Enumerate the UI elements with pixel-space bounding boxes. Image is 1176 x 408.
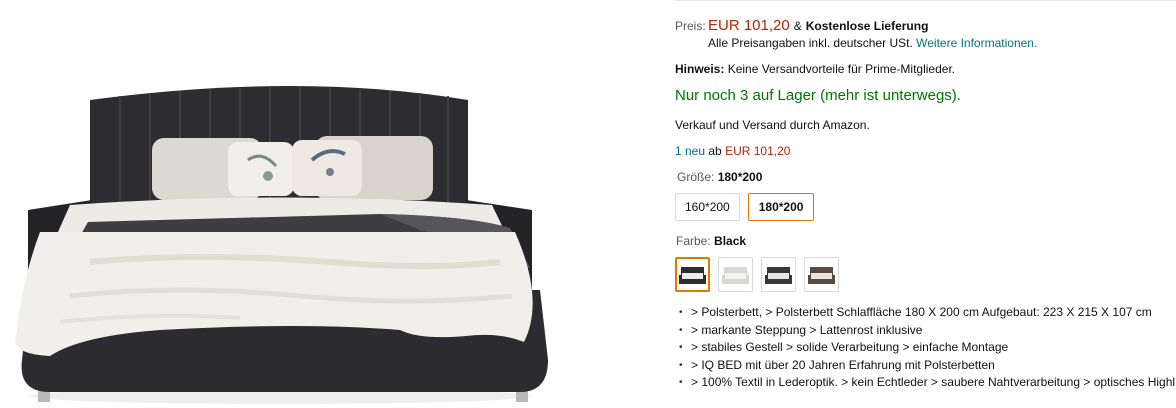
size-label: Größe: <box>677 170 715 184</box>
more-info-link[interactable]: Weitere Informationen. <box>916 36 1037 50</box>
bed-white-thumbnail-icon <box>722 266 749 284</box>
price-value: EUR 101,20 <box>708 17 790 34</box>
feature-bullet: > IQ BED mit über 20 Jahren Erfahrung mi… <box>675 357 1176 375</box>
feature-bullet: > markante Steppung > Lattenrost inklusi… <box>675 322 1176 340</box>
size-option-160x200[interactable]: 160*200 <box>675 193 740 221</box>
product-details: Preis: EUR 101,20 & Kostenlose Lieferung… <box>675 0 1176 408</box>
size-selected-value: 180*200 <box>717 170 763 184</box>
color-swatch-white[interactable] <box>718 257 753 292</box>
size-option-180x200[interactable]: 180*200 <box>747 193 815 221</box>
bed-black-thumbnail-icon <box>679 266 706 284</box>
color-swatch-dark[interactable] <box>761 257 796 292</box>
feature-bullet: > stabiles Gestell > solide Verarbeitung… <box>675 339 1176 357</box>
vat-note-text: Alle Preisangaben inkl. deutscher USt. <box>708 36 913 50</box>
feature-bullet: > Polsterbett, > Polsterbett Schlaffläch… <box>675 304 1176 322</box>
bed-dark-thumbnail-icon <box>765 266 792 284</box>
price-label: Preis: <box>675 19 706 33</box>
hint-text: Keine Versandvorteile für Prime-Mitglied… <box>727 62 956 76</box>
size-label-row: Größe: 180*200 <box>677 170 762 184</box>
size-options: 160*200 180*200 <box>675 193 815 221</box>
offers-from: ab <box>708 144 722 158</box>
price-row: Preis: EUR 101,20 & Kostenlose Lieferung <box>675 17 928 34</box>
product-image[interactable] <box>0 0 560 408</box>
bed-brown-thumbnail-icon <box>808 266 835 284</box>
feature-bullets: > Polsterbett, > Polsterbett Schlaffläch… <box>675 304 1176 392</box>
color-selected-value: Black <box>714 234 747 248</box>
color-swatch-black[interactable] <box>675 257 710 292</box>
free-shipping-text: Kostenlose Lieferung <box>805 19 929 33</box>
stock-status: Nur noch 3 auf Lager (mehr ist unterwegs… <box>675 87 961 104</box>
new-offers-link[interactable]: 1 neu <box>675 144 705 158</box>
hint-row: Hinweis: Keine Versandvorteile für Prime… <box>675 62 955 76</box>
vat-note: Alle Preisangaben inkl. deutscher USt. W… <box>708 36 1037 50</box>
offers-row: 1 neu ab EUR 101,20 <box>675 144 790 158</box>
bed-illustration <box>15 86 549 404</box>
hint-label: Hinweis: <box>675 62 725 76</box>
feature-bullet: > 100% Textil in Lederoptik. > kein Echt… <box>675 374 1176 392</box>
color-swatch-brown[interactable] <box>804 257 839 292</box>
price-separator: & <box>793 19 802 33</box>
color-swatches <box>675 257 839 292</box>
color-label-row: Farbe: Black <box>676 234 746 248</box>
seller-info: Verkauf und Versand durch Amazon. <box>675 118 870 132</box>
offers-price: EUR 101,20 <box>725 144 791 158</box>
divider <box>675 0 1176 1</box>
color-label: Farbe: <box>676 234 711 248</box>
